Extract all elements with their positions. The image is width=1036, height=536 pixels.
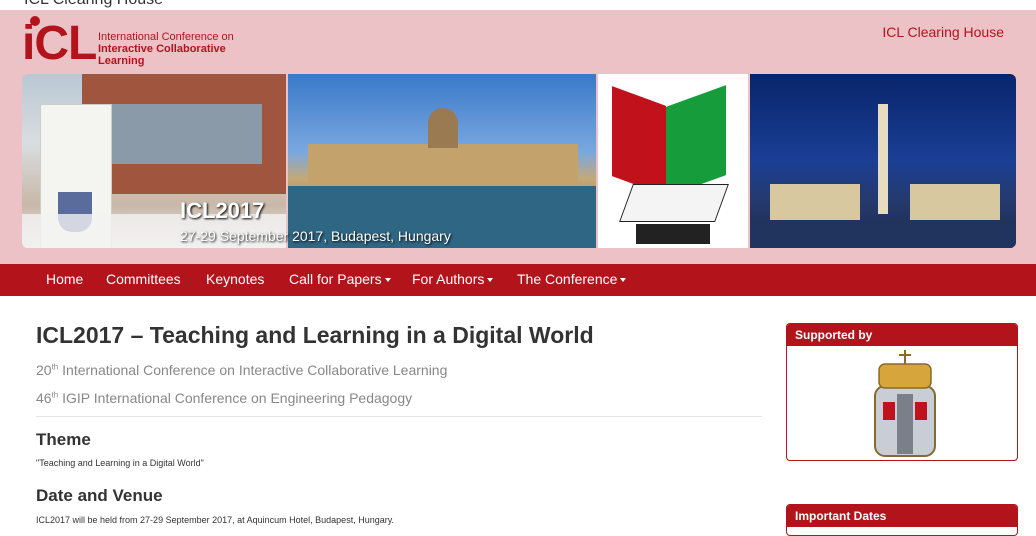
venue-heading: Date and Venue xyxy=(36,486,163,505)
banner-title: ICL2017 xyxy=(180,198,265,223)
caret-down-icon xyxy=(620,278,627,283)
supported-by-card: Supported by xyxy=(786,323,1018,461)
main-navbar: Home Committees Keynotes Call for Papers… xyxy=(0,264,1036,296)
logo-acronym: iCL xyxy=(22,17,97,70)
nav-call-for-papers[interactable]: Call for Papers xyxy=(289,271,391,287)
subtitle-igip: 46th IGIP International Conference on En… xyxy=(36,390,412,406)
logo-line-1: International Conference on xyxy=(98,31,234,43)
nav-for-authors[interactable]: For Authors xyxy=(412,271,494,287)
important-dates-heading: Important Dates xyxy=(787,505,1017,527)
subtitle-icl-num: 20 xyxy=(36,362,52,378)
banner-photo-parliament xyxy=(288,74,596,248)
logo-line-2: Interactive Collaborative xyxy=(98,43,226,55)
site-header: iCL International Conference on Interact… xyxy=(0,10,1036,264)
icl-logo[interactable]: iCL International Conference on Interact… xyxy=(22,16,262,70)
divider xyxy=(36,416,762,417)
nav-for-authors-label: For Authors xyxy=(412,271,485,287)
subtitle-igip-num: 46 xyxy=(36,390,52,406)
subtitle-icl: 20th International Conference on Interac… xyxy=(36,362,447,378)
banner-subtitle: 27-29 September 2017, Budapest, Hungary xyxy=(180,228,451,244)
banner-photo-rubiks-cube xyxy=(598,74,748,248)
logo-line-3: Learning xyxy=(98,55,145,67)
subtitle-igip-text: IGIP International Conference on Enginee… xyxy=(58,390,413,406)
window-title: ICL Clearing House xyxy=(24,0,163,9)
nav-keynotes[interactable]: Keynotes xyxy=(206,271,264,287)
clearing-house-link[interactable]: ICL Clearing House xyxy=(882,24,1004,40)
theme-heading: Theme xyxy=(36,430,91,449)
nav-home[interactable]: Home xyxy=(46,271,83,287)
caret-down-icon xyxy=(487,278,494,283)
top-strip: ICL Clearing House xyxy=(0,0,1036,10)
caret-down-icon xyxy=(384,278,391,283)
supported-by-heading: Supported by xyxy=(787,324,1017,346)
page-title: ICL2017 – Teaching and Learning in a Dig… xyxy=(36,322,594,348)
venue-text: ICL2017 will be held from 27-29 Septembe… xyxy=(36,515,395,525)
banner-photo-heroes-square xyxy=(750,74,1016,248)
theme-text: "Teaching and Learning in a Digital Worl… xyxy=(36,458,204,468)
nav-the-conference[interactable]: The Conference xyxy=(517,271,627,287)
banner: ICL2017 27-29 September 2017, Budapest, … xyxy=(22,74,1016,248)
nav-call-for-papers-label: Call for Papers xyxy=(289,271,382,287)
university-crest-icon xyxy=(874,350,936,457)
subtitle-icl-text: International Conference on Interactive … xyxy=(58,362,448,378)
nav-committees[interactable]: Committees xyxy=(106,271,181,287)
important-dates-card: Important Dates xyxy=(786,504,1018,536)
nav-the-conference-label: The Conference xyxy=(517,271,618,287)
